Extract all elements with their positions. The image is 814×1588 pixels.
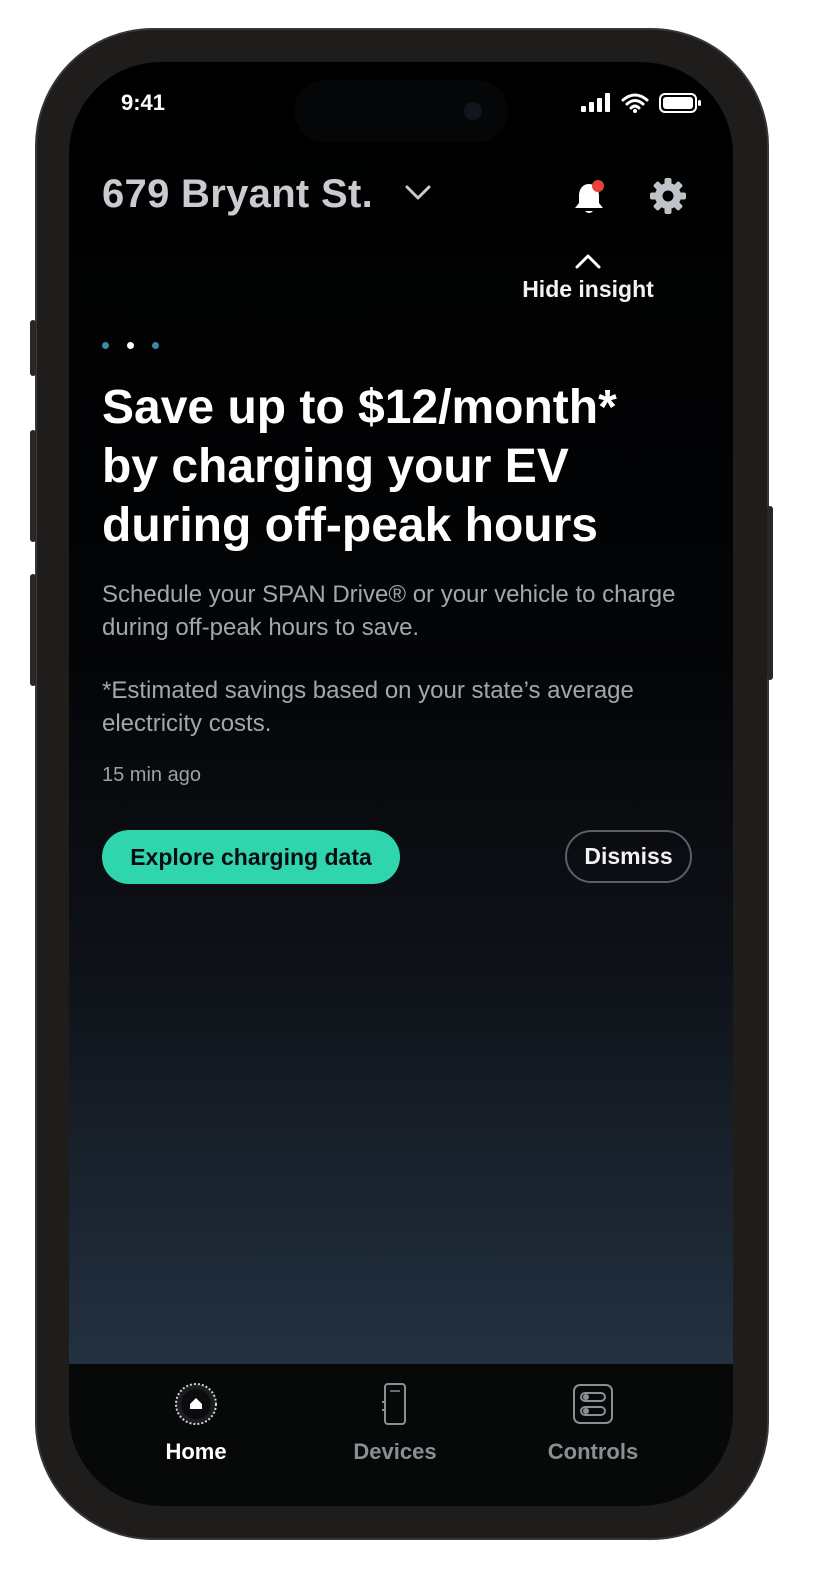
volume-up-button bbox=[30, 430, 36, 542]
controls-icon bbox=[573, 1384, 613, 1424]
dynamic-island bbox=[294, 80, 508, 142]
insight-pager bbox=[102, 342, 159, 349]
notification-bell-icon[interactable] bbox=[571, 178, 611, 218]
wifi-icon bbox=[621, 93, 649, 113]
pager-dot-active[interactable] bbox=[127, 342, 134, 349]
hide-insight-toggle[interactable]: Hide insight bbox=[509, 252, 667, 303]
tab-label-controls: Controls bbox=[547, 1439, 639, 1464]
tab-label-home: Home bbox=[165, 1439, 227, 1464]
tab-devices[interactable]: Devices bbox=[305, 1382, 485, 1465]
app-screen: 9:41 679 Bryant St. Hide insight Save up… bbox=[69, 62, 733, 1506]
dismiss-button[interactable]: Dismiss bbox=[565, 830, 692, 883]
status-icons bbox=[581, 92, 703, 114]
chevron-up-icon bbox=[575, 254, 601, 269]
tab-label-devices: Devices bbox=[353, 1439, 437, 1464]
chevron-down-icon[interactable] bbox=[404, 184, 432, 202]
insight-body: Schedule your SPAN Drive® or your vehicl… bbox=[102, 581, 676, 641]
notification-dot bbox=[592, 180, 604, 192]
volume-down-button bbox=[30, 574, 36, 686]
tab-home[interactable]: Home bbox=[106, 1382, 286, 1465]
pager-dot[interactable] bbox=[152, 342, 159, 349]
devices-icon bbox=[382, 1383, 406, 1425]
tab-bar: Home Devices Controls bbox=[69, 1364, 733, 1506]
camera-icon bbox=[464, 102, 482, 120]
insight-headline: Save up to $12/month* by charging your E… bbox=[102, 381, 617, 552]
insight-footnote: *Estimated savings based on your state’s… bbox=[102, 677, 634, 737]
insight-timestamp: 15 min ago bbox=[102, 764, 201, 786]
action-button bbox=[30, 320, 36, 376]
gear-icon[interactable] bbox=[648, 176, 688, 216]
power-button bbox=[767, 506, 773, 680]
pager-dot[interactable] bbox=[102, 342, 109, 349]
tab-controls[interactable]: Controls bbox=[503, 1382, 683, 1465]
status-time: 9:41 bbox=[121, 90, 166, 115]
home-icon bbox=[175, 1383, 217, 1425]
hide-insight-label: Hide insight bbox=[522, 276, 654, 302]
cellular-signal-icon bbox=[581, 93, 610, 112]
location-title[interactable]: 679 Bryant St. bbox=[102, 172, 373, 217]
battery-icon bbox=[659, 93, 701, 113]
explore-charging-data-button[interactable]: Explore charging data bbox=[102, 830, 400, 884]
